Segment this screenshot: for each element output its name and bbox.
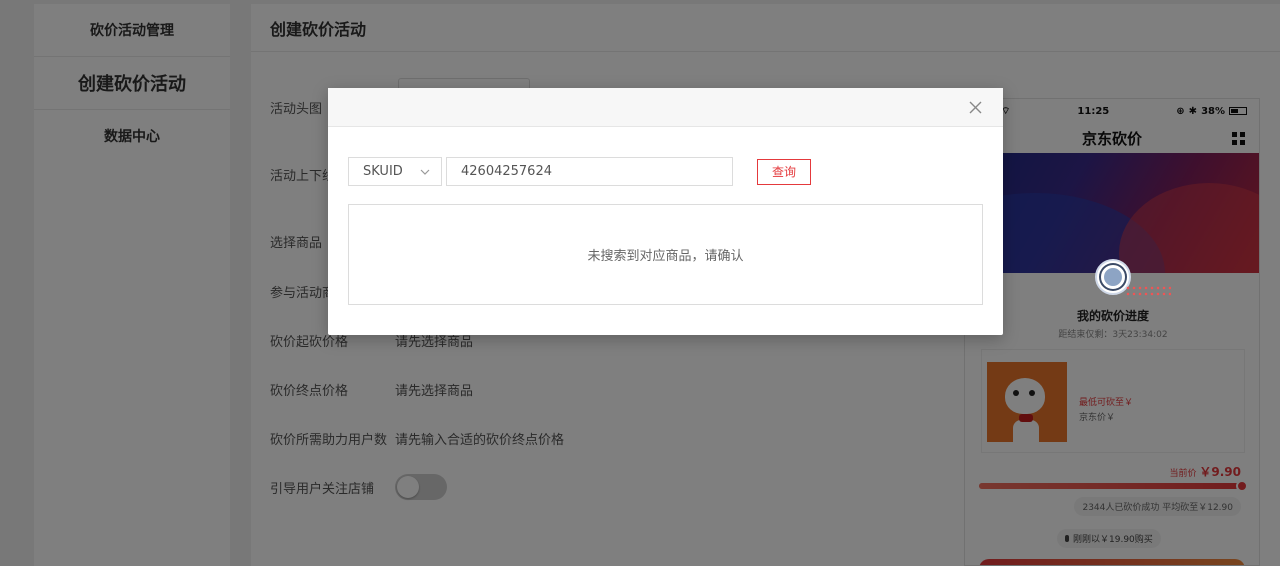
- chevron-down-icon: [420, 169, 430, 175]
- search-input[interactable]: [446, 157, 733, 186]
- empty-result-text: 未搜索到对应商品，请确认: [587, 249, 744, 264]
- close-icon[interactable]: [968, 100, 983, 115]
- search-type-select[interactable]: SKUID: [348, 157, 442, 186]
- query-button[interactable]: 查询: [757, 158, 811, 185]
- search-row: SKUID 查询: [348, 157, 811, 186]
- search-result-box: 未搜索到对应商品，请确认: [348, 204, 983, 305]
- search-type-value: SKUID: [363, 164, 403, 179]
- decorative-dots: [1125, 285, 1171, 299]
- search-goods-modal: SKUID 查询 未搜索到对应商品，请确认: [328, 88, 1003, 335]
- modal-header: [328, 88, 1003, 127]
